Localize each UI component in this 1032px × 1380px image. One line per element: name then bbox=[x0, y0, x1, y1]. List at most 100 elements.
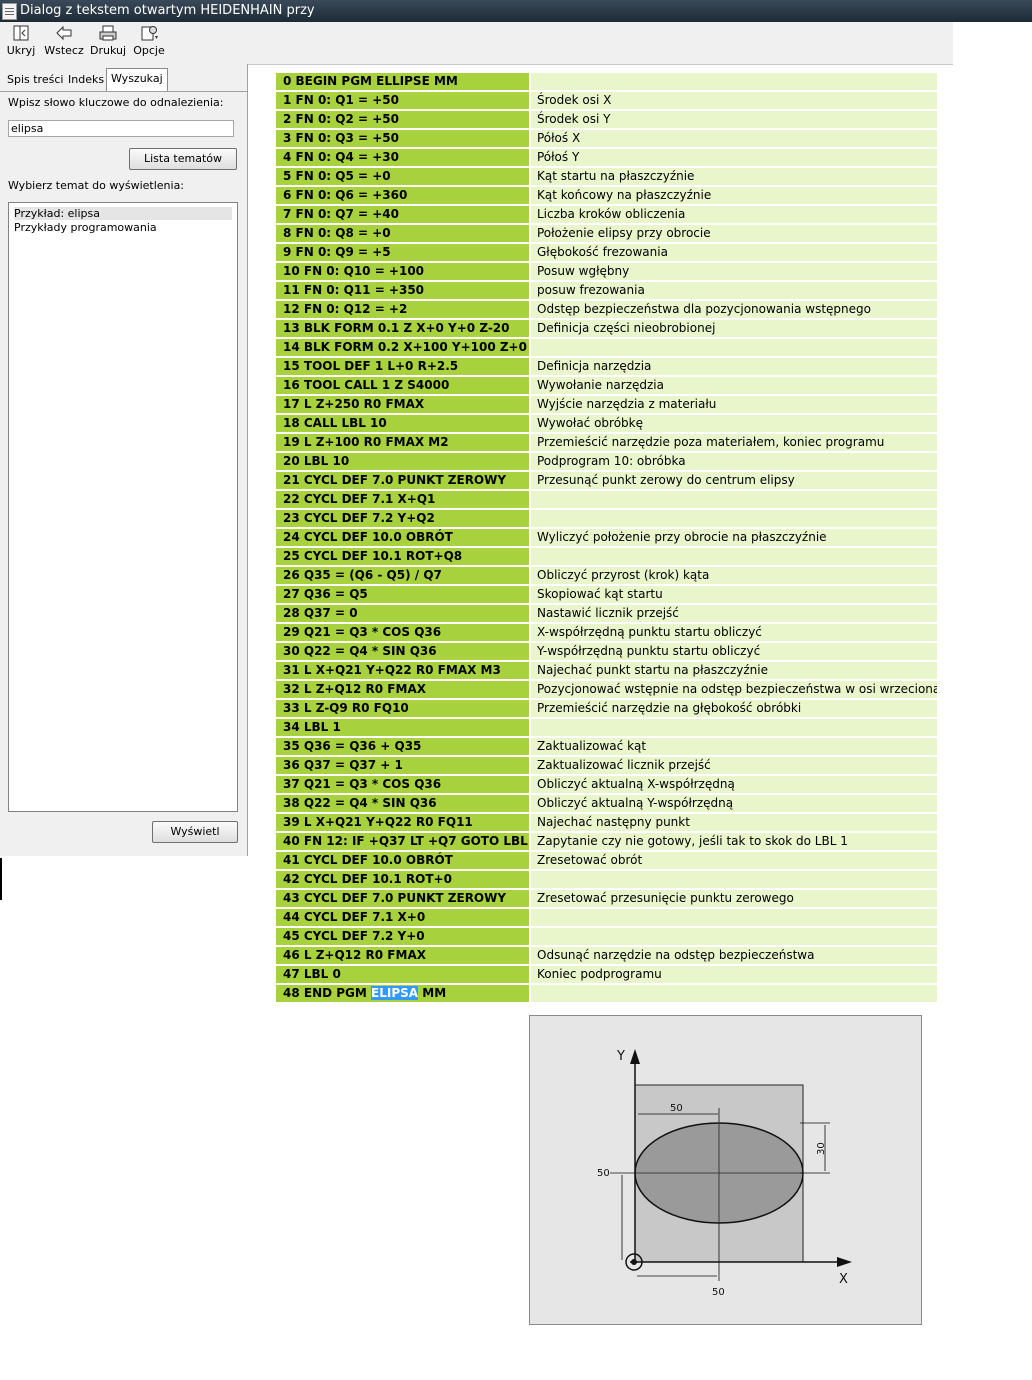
nc-code-cell: 22 CYCL DEF 7.1 X+Q1 bbox=[276, 491, 529, 508]
table-row: 40 FN 12: IF +Q37 LT +Q7 GOTO LBL 1 Zapyt… bbox=[276, 833, 937, 852]
table-row: 45 CYCL DEF 7.2 Y+0 bbox=[276, 928, 937, 947]
nc-code-cell: 40 FN 12: IF +Q37 LT +Q7 GOTO LBL 1 bbox=[276, 833, 529, 850]
comment-cell: Wywołać obróbkę bbox=[531, 415, 937, 432]
list-item[interactable]: Przykłady programowania bbox=[14, 221, 157, 234]
table-row: 5 FN 0: Q5 = +0 Kąt startu na płaszczyźni… bbox=[276, 168, 937, 187]
tab-search[interactable]: Wyszukaj bbox=[106, 68, 168, 92]
comment-cell: Odstęp bezpieczeństwa dla pozycjonowania… bbox=[531, 301, 937, 318]
hide-button[interactable]: Ukryj bbox=[4, 24, 38, 62]
comment-cell: Najechać punkt startu na płaszczyźnie bbox=[531, 662, 937, 679]
nc-code-cell: 10 FN 0: Q10 = +100 bbox=[276, 263, 529, 280]
nc-code-cell: 16 TOOL CALL 1 Z S4000 bbox=[276, 377, 529, 394]
comment-cell: Pozycjonować wstępnie na odstęp bezpiecz… bbox=[531, 681, 937, 698]
nc-code-cell: 37 Q21 = Q3 * COS Q36 bbox=[276, 776, 529, 793]
comment-cell: Kąt startu na płaszczyźnie bbox=[531, 168, 937, 185]
nc-code-cell: 24 CYCL DEF 10.0 OBRÓT bbox=[276, 529, 529, 546]
comment-cell: X-współrzędną punktu startu obliczyć bbox=[531, 624, 937, 641]
options-button[interactable]: Opcje bbox=[132, 24, 166, 62]
table-row: 31 L X+Q21 Y+Q22 R0 FMAX M3 Najechać punk… bbox=[276, 662, 937, 681]
comment-cell: Obliczyć aktualną Y-współrzędną bbox=[531, 795, 937, 812]
comment-cell: Przemieścić narzędzie poza materiałem, k… bbox=[531, 434, 937, 451]
comment-cell: Podprogram 10: obróbka bbox=[531, 453, 937, 470]
nc-code-cell: 38 Q22 = Q4 * SIN Q36 bbox=[276, 795, 529, 812]
nc-code-cell: 3 FN 0: Q3 = +50 bbox=[276, 130, 529, 147]
comment-cell: Przesunąć punkt zerowy do centrum elipsy bbox=[531, 472, 937, 489]
dimension-label: 50 bbox=[597, 1168, 610, 1179]
table-row: 44 CYCL DEF 7.1 X+0 bbox=[276, 909, 937, 928]
hide-pane-icon bbox=[4, 24, 38, 44]
table-row: 41 CYCL DEF 10.0 OBRÓT Zresetować obrót bbox=[276, 852, 937, 871]
comment-cell bbox=[531, 928, 937, 945]
nc-code-cell: 44 CYCL DEF 7.1 X+0 bbox=[276, 909, 529, 926]
table-row: 6 FN 0: Q6 = +360 Kąt końcowy na płaszczy… bbox=[276, 187, 937, 206]
comment-cell: Półoś X bbox=[531, 130, 937, 147]
dimension-label: 50 bbox=[670, 1103, 683, 1114]
search-input[interactable]: elipsa bbox=[8, 120, 234, 137]
comment-cell: Położenie elipsy przy obrocie bbox=[531, 225, 937, 242]
table-row: 36 Q37 = Q37 + 1 Zaktualizować licznik pr… bbox=[276, 757, 937, 776]
nc-code-cell: 39 L X+Q21 Y+Q22 R0 FQ11 bbox=[276, 814, 529, 831]
comment-cell: Obliczyć aktualną X-współrzędną bbox=[531, 776, 937, 793]
nc-code-cell: 34 LBL 1 bbox=[276, 719, 529, 736]
nc-code-cell: 1 FN 0: Q1 = +50 bbox=[276, 92, 529, 109]
list-item[interactable]: Przykład: elipsa bbox=[14, 207, 232, 220]
comment-cell: Definicja części nieobrobionej bbox=[531, 320, 937, 337]
comment-cell: Posuw wgłębny bbox=[531, 263, 937, 280]
nc-code-cell: 36 Q37 = Q37 + 1 bbox=[276, 757, 529, 774]
toolbar: Ukryj Wstecz Drukuj Opcje bbox=[0, 22, 953, 65]
table-row: 28 Q37 = 0 Nastawić licznik przejść bbox=[276, 605, 937, 624]
comment-cell bbox=[531, 73, 937, 90]
table-row: 26 Q35 = (Q6 - Q5) / Q7 Obliczyć przyrost… bbox=[276, 567, 937, 586]
list-topics-button[interactable]: Lista tematów bbox=[129, 148, 237, 170]
comment-cell: Zaktualizować licznik przejść bbox=[531, 757, 937, 774]
comment-cell: posuw frezowania bbox=[531, 282, 937, 299]
document-icon bbox=[2, 3, 17, 20]
table-row: 37 Q21 = Q3 * COS Q36 Obliczyć aktualną X… bbox=[276, 776, 937, 795]
tab-contents[interactable]: Spis treści bbox=[3, 70, 68, 90]
nc-code-cell: 23 CYCL DEF 7.2 Y+Q2 bbox=[276, 510, 529, 527]
code-text: MM bbox=[418, 986, 447, 1000]
table-row: 30 Q22 = Q4 * SIN Q36 Y-współrzędną punkt… bbox=[276, 643, 937, 662]
nc-code-cell: 6 FN 0: Q6 = +360 bbox=[276, 187, 529, 204]
nc-code-cell: 7 FN 0: Q7 = +40 bbox=[276, 206, 529, 223]
table-row: 19 L Z+100 R0 FMAX M2 Przemieścić narzędz… bbox=[276, 434, 937, 453]
nc-code-cell: 32 L Z+Q12 R0 FMAX bbox=[276, 681, 529, 698]
nc-code-cell: 4 FN 0: Q4 = +30 bbox=[276, 149, 529, 166]
table-row: 23 CYCL DEF 7.2 Y+Q2 bbox=[276, 510, 937, 529]
comment-cell bbox=[531, 985, 937, 1002]
table-row: 27 Q36 = Q5 Skopiować kąt startu bbox=[276, 586, 937, 605]
comment-cell: Obliczyć przyrost (krok) kąta bbox=[531, 567, 937, 584]
table-row: 43 CYCL DEF 7.0 PUNKT ZEROWY Zresetować p… bbox=[276, 890, 937, 909]
table-row: 25 CYCL DEF 10.1 ROT+Q8 bbox=[276, 548, 937, 567]
dimension-label: 30 bbox=[816, 1142, 827, 1155]
nc-code-cell: 18 CALL LBL 10 bbox=[276, 415, 529, 432]
table-row: 46 L Z+Q12 R0 FMAX Odsunąć narzędzie na o… bbox=[276, 947, 937, 966]
back-button[interactable]: Wstecz bbox=[42, 24, 86, 62]
display-button[interactable]: Wyświetl bbox=[152, 821, 238, 843]
comment-cell: Półoś Y bbox=[531, 149, 937, 166]
nc-code-cell: 28 Q37 = 0 bbox=[276, 605, 529, 622]
comment-cell: Nastawić licznik przejść bbox=[531, 605, 937, 622]
table-row: 35 Q36 = Q36 + Q35 Zaktualizować kąt bbox=[276, 738, 937, 757]
topic-list[interactable]: Przykład: elipsa Przykłady programowania bbox=[8, 202, 238, 812]
program-listing: 0 BEGIN PGM ELLIPSE MM 1 FN 0: Q1 = +50 Śr… bbox=[276, 73, 937, 1004]
nc-code-cell: 14 BLK FORM 0.2 X+100 Y+100 Z+0 bbox=[276, 339, 529, 356]
tab-index[interactable]: Indeks bbox=[64, 70, 109, 90]
table-row: 34 LBL 1 bbox=[276, 719, 937, 738]
table-row: 38 Q22 = Q4 * SIN Q36 Obliczyć aktualną Y… bbox=[276, 795, 937, 814]
table-row: 8 FN 0: Q8 = +0 Położenie elipsy przy obr… bbox=[276, 225, 937, 244]
dimension-label: 50 bbox=[712, 1287, 725, 1298]
nc-code-cell: 19 L Z+100 R0 FMAX M2 bbox=[276, 434, 529, 451]
table-row: 20 LBL 10 Podprogram 10: obróbka bbox=[276, 453, 937, 472]
nc-code-cell: 2 FN 0: Q2 = +50 bbox=[276, 111, 529, 128]
comment-cell bbox=[531, 909, 937, 926]
nc-code-cell: 26 Q35 = (Q6 - Q5) / Q7 bbox=[276, 567, 529, 584]
comment-cell: Koniec podprogramu bbox=[531, 966, 937, 983]
table-row: 33 L Z-Q9 R0 FQ10 Przemieścić narzędzie n… bbox=[276, 700, 937, 719]
comment-cell: Przemieścić narzędzie na głębokość obrób… bbox=[531, 700, 937, 717]
comment-cell: Skopiować kąt startu bbox=[531, 586, 937, 603]
comment-cell: Zresetować obrót bbox=[531, 852, 937, 869]
print-button[interactable]: Drukuj bbox=[88, 24, 128, 62]
table-row: 32 L Z+Q12 R0 FMAX Pozycjonować wstępnie … bbox=[276, 681, 937, 700]
table-row: 1 FN 0: Q1 = +50 Środek osi X bbox=[276, 92, 937, 111]
